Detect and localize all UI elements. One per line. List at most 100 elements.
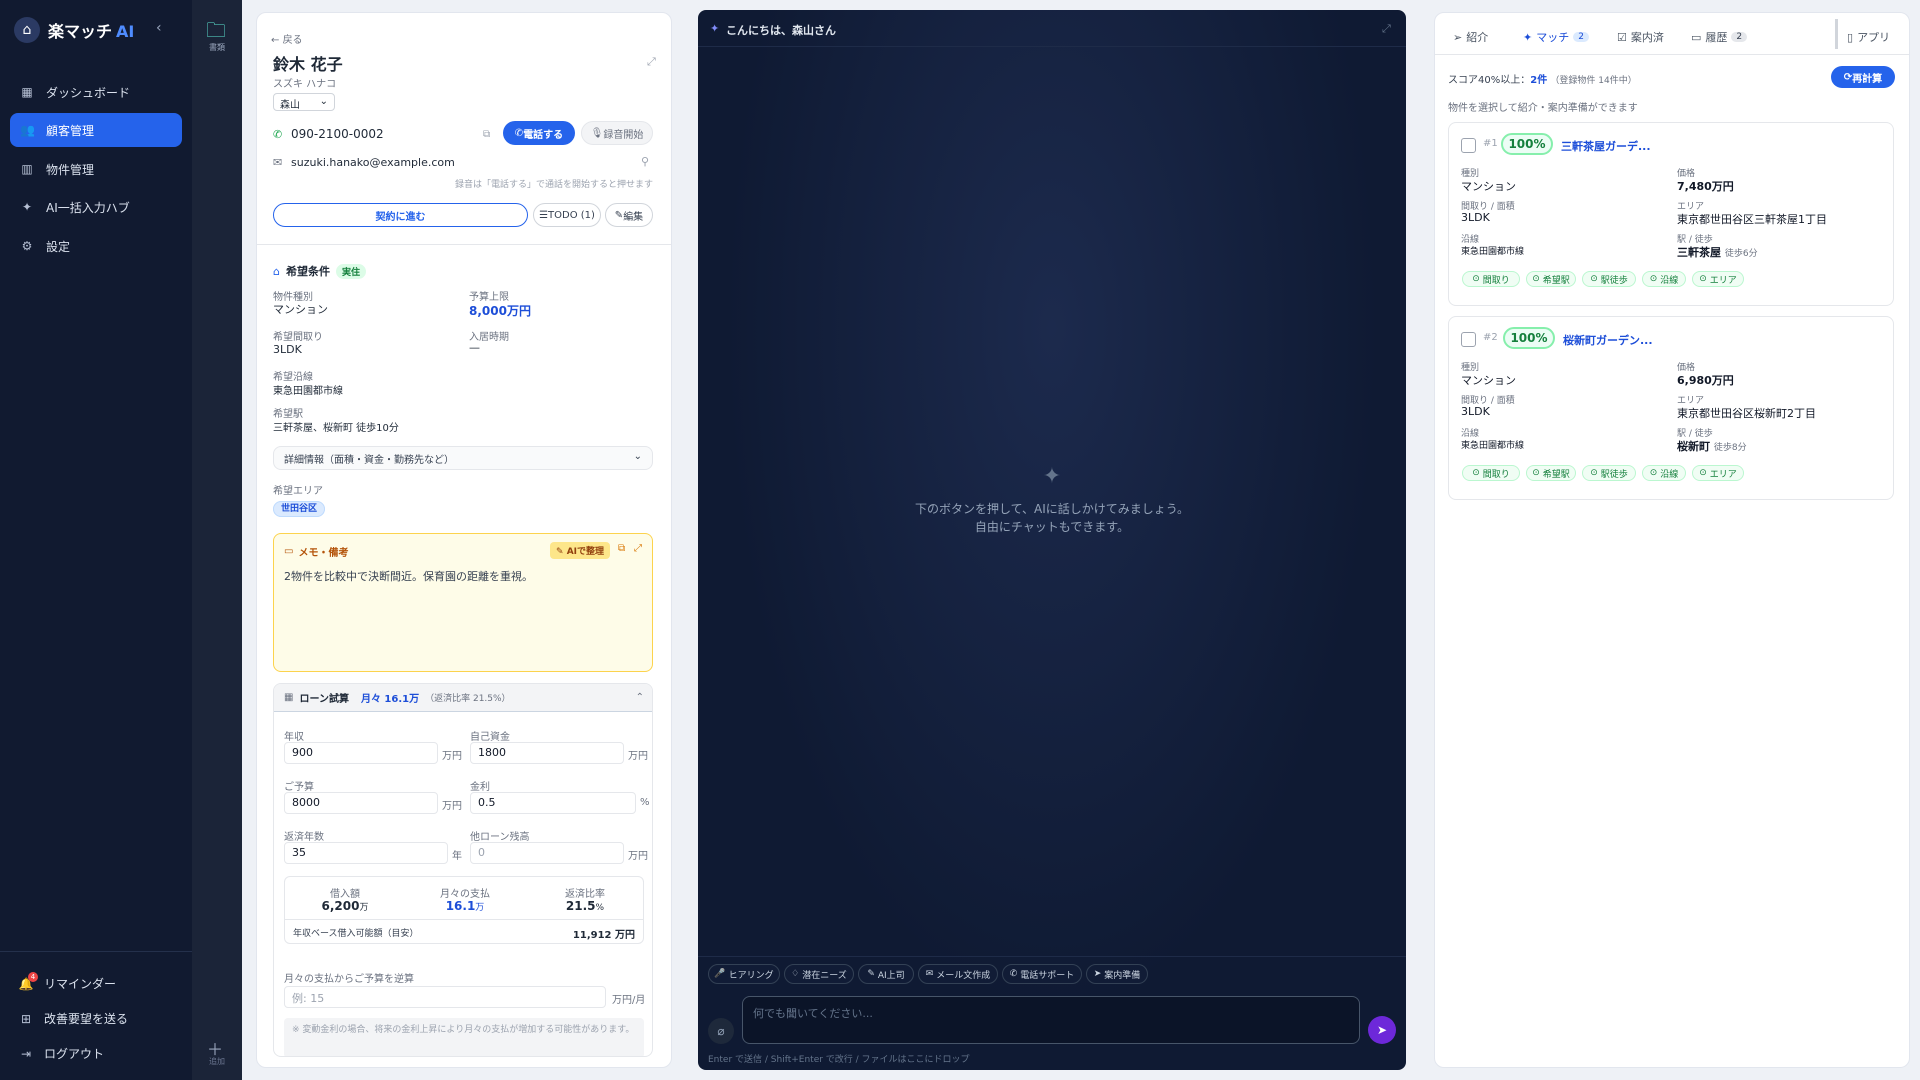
conditions-title: 希望条件 [285,265,330,278]
tab-guided[interactable]: ☑ 案内済 [1617,29,1664,45]
property-price-value: 7,480万円 [1677,180,1734,193]
property-type-value: マンション [1461,180,1516,193]
call-button[interactable]: ✆ 電話する [503,121,575,145]
sidebar-item-ai-hub[interactable]: ✦ AI一括入力ハブ [10,190,182,224]
phone-icon: ✆ [1009,969,1018,979]
reverse-label: 月々の支払からご予算を逆算 [284,974,414,985]
record-button[interactable]: 🎙 録音開始 [581,121,653,145]
layout-label: 希望間取り [273,332,323,343]
match-criteria-chip: ⊙ エリア [1692,271,1744,287]
tab-app[interactable]: ▯ アプリ [1847,29,1890,45]
move-in-value: — [469,341,480,354]
property-checkbox[interactable] [1461,138,1476,153]
memo-header: ▭ メモ・備考 [284,546,349,559]
sidebar-item-properties[interactable]: ▥ 物件管理 [10,152,182,186]
send-icon: ➢ [1453,30,1463,44]
property-type-value: マンション [273,303,328,316]
send-icon[interactable]: ➤ [1368,1016,1396,1044]
station-label: 希望駅 [273,409,303,420]
reverse-input[interactable]: 例: 15 [284,986,606,1008]
sidebar-item-label: 顧客管理 [46,123,95,138]
own-funds-input[interactable]: 1800 [470,742,624,764]
brand[interactable]: ⌂ 楽マッチ AI [14,16,134,44]
property-checkbox[interactable] [1461,332,1476,347]
line-value: 東急田園都市線 [273,386,343,397]
property-station-value: 三軒茶屋 徒歩6分 [1677,246,1758,259]
area-label: 希望エリア [273,486,323,497]
chevron-down-icon: ⌄ [319,96,328,107]
logout-link[interactable]: ⇥ ログアウト [18,1045,104,1062]
chip-email-draft[interactable]: ✉ メール文作成 [918,964,998,984]
tab-match[interactable]: ✦ マッチ 2 [1523,29,1589,45]
budget-value: 8,000万円 [469,304,531,318]
property-card[interactable]: #2 100% 桜新町ガーデン... 種別 マンション 価格 6,980万円 間取り / 面積… [1448,316,1894,500]
other-loan-input[interactable]: 0 [470,842,624,864]
reminder-count-badge: 4 [28,971,38,982]
reminder-link[interactable]: 🔔 4 リマインダー [18,971,116,992]
memo-box[interactable]: ▭ メモ・備考 ✎ AIで整理 ⧉ ⤢ 2物件を比較中で決断間近。保育園の距離を重… [273,533,653,672]
note-icon: ▭ [284,546,294,557]
memo-ai-button[interactable]: ✎ AIで整理 [550,542,611,559]
chip-hearing[interactable]: 🎤 ヒアリング [708,964,780,984]
borrow-value: 6,200万 [321,899,369,913]
conditions-header: ⌂ 希望条件 実住 [273,263,366,279]
sidebar-item-customers[interactable]: 👥 顧客管理 [10,113,182,147]
sparkle-icon: ✦ [1523,30,1533,44]
line-label: 希望沿線 [273,372,313,383]
gear-icon: ⚙ [21,239,33,253]
unit-label: 年 [452,851,462,862]
chip-latent-needs[interactable]: ♢ 潜在ニーズ [784,964,854,984]
loan-header[interactable]: ▦ ローン試算 月々 16.1万 （返済比率 21.5%） ⌃ [274,684,652,712]
copy-icon[interactable]: ⧉ [483,129,490,140]
sparkle-icon: ✦ [1042,464,1062,489]
loan-budget-input[interactable]: 8000 [284,792,438,814]
home-icon: ⌂ [273,264,280,278]
collapse-sidebar-icon[interactable]: ‹ [156,20,162,36]
other-loan-label: 他ローン残高 [470,832,530,843]
copy-icon[interactable]: ⧉ [618,543,625,554]
chip-tour-prep[interactable]: ➤ 案内準備 [1086,964,1148,984]
check-circle-icon: ⊙ [1699,274,1707,284]
tab-history[interactable]: ▭ 履歴 2 [1691,29,1748,45]
phone-number: 090-2100-0002 [291,127,384,141]
memo-text: 2物件を比較中で決断間近。保育園の距離を重視。 [284,570,533,583]
match-criteria-chip: ⊙ 希望駅 [1526,271,1576,287]
feedback-link[interactable]: ⊞ 改善要望を送る [18,1010,128,1027]
property-card[interactable]: #1 100% 三軒茶屋ガーデ... 種別 マンション 価格 7,480万円 間取り / 面積… [1448,122,1894,306]
edit-button[interactable]: ✎ 編集 [605,203,653,227]
check-circle-icon: ⊙ [1699,468,1707,478]
attach-icon[interactable]: ⌀ [708,1018,734,1044]
chip-phone-support[interactable]: ✆ 電話サポート [1002,964,1082,984]
message-plus-icon: ⊞ [20,1011,32,1026]
sidebar-item-dashboard[interactable]: ▦ ダッシュボード [10,75,182,109]
property-rank: #2 [1483,332,1498,343]
sidebar-item-settings[interactable]: ⚙ 設定 [10,229,182,263]
tab-intro[interactable]: ➢ 紹介 [1453,29,1488,45]
back-link[interactable]: ← 戻る [271,31,303,46]
property-name-link[interactable]: 桜新町ガーデン... [1563,332,1653,348]
customer-panel: ← 戻る 鈴木 花子 ⤢ スズキ ハナコ 森山 ⌄ ✆ 090-2100-0002… [256,12,672,1068]
property-layout-value: 3LDK [1461,405,1490,418]
details-toggle[interactable]: 詳細情報（面積・資金・勤務先など） ⌄ [273,446,653,470]
chat-input[interactable]: 何でも聞いてください... [742,996,1360,1044]
building-icon: ▥ [21,162,33,176]
rate-input[interactable]: 0.5 [470,792,636,814]
contract-button[interactable]: 契約に進む [273,203,528,227]
pin-icon[interactable]: ⚲ [641,155,649,168]
income-input[interactable]: 900 [284,742,438,764]
expand-icon[interactable]: ⤢ [647,55,656,69]
mail-icon: ✉ [273,156,283,169]
chip-ai-boss[interactable]: ✎ AI上司 [858,964,914,984]
assignee-select[interactable]: 森山 ⌄ [273,93,335,111]
years-input[interactable]: 35 [284,842,448,864]
todo-button[interactable]: ☰ TODO (1) [533,203,601,227]
check-circle-icon: ⊙ [1532,274,1540,284]
logout-label: ログアウト [44,1047,105,1061]
recalc-button[interactable]: ⟳ 再計算 [1831,66,1895,88]
expand-icon[interactable]: ⤢ [1382,22,1391,36]
expand-icon[interactable]: ⤢ [634,543,642,554]
users-icon: 👥 [20,123,35,137]
property-area-value: 東京都世田谷区桜新町2丁目 [1677,407,1816,420]
property-name-link[interactable]: 三軒茶屋ガーデ... [1561,138,1651,154]
sparkle-icon: ✦ [710,22,720,35]
